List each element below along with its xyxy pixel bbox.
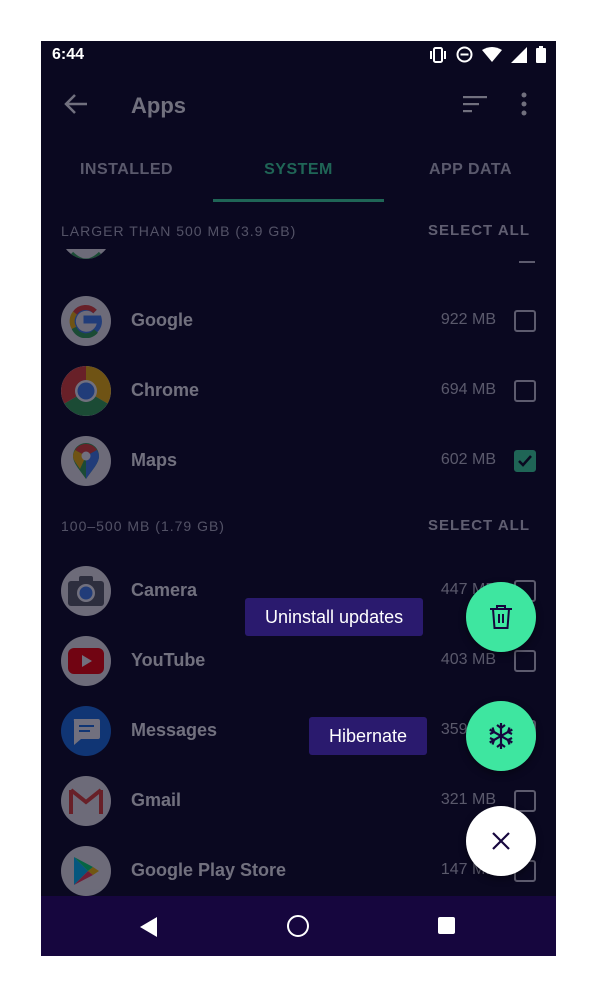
app-checkbox[interactable] xyxy=(514,380,536,402)
camera-icon xyxy=(61,566,111,616)
tab-bar: INSTALLED SYSTEM APP DATA xyxy=(41,139,556,201)
app-size: 922 MB xyxy=(440,311,496,328)
section-header-medium: 100–500 MB (1.79 GB) SELECT ALL xyxy=(41,506,556,546)
tab-system[interactable]: SYSTEM xyxy=(213,139,384,201)
app-checkbox[interactable] xyxy=(514,650,536,672)
app-name: Maps xyxy=(131,450,178,470)
select-all-button[interactable]: SELECT ALL xyxy=(428,222,530,239)
back-arrow-icon[interactable] xyxy=(63,91,89,117)
messages-icon xyxy=(61,706,111,756)
status-time: 6:44 xyxy=(52,46,85,63)
app-name: Chrome xyxy=(131,380,200,400)
maps-icon xyxy=(61,436,111,486)
sort-icon[interactable] xyxy=(463,94,487,114)
hibernate-button[interactable] xyxy=(466,701,536,771)
check-icon xyxy=(518,455,532,467)
phone-screen: 6:44 Apps INSTALLED SYSTEM APP DATA LARG… xyxy=(41,41,556,956)
uninstall-updates-label[interactable]: Uninstall updates xyxy=(245,598,424,636)
nav-home-icon[interactable] xyxy=(287,915,309,937)
nav-recents-icon[interactable] xyxy=(438,917,455,934)
list-item[interactable]: Maps 602 MB xyxy=(41,426,556,496)
section-label: LARGER THAN 500 MB (3.9 GB) xyxy=(61,223,297,239)
checkbox-partial xyxy=(519,261,535,263)
app-bar: Apps xyxy=(41,69,556,139)
google-icon xyxy=(61,296,111,346)
tab-app-data[interactable]: APP DATA xyxy=(385,139,556,201)
tab-installed[interactable]: INSTALLED xyxy=(41,139,212,201)
do-not-disturb-icon xyxy=(456,46,473,63)
app-size: 403 MB xyxy=(440,651,496,668)
gmail-icon xyxy=(61,776,111,826)
app-size: 694 MB xyxy=(440,381,496,398)
section-label: 100–500 MB (1.79 GB) xyxy=(61,518,225,534)
battery-icon xyxy=(536,46,546,63)
status-icons xyxy=(429,46,546,63)
hibernate-label[interactable]: Hibernate xyxy=(309,717,428,755)
app-size: 321 MB xyxy=(440,791,496,808)
app-name: Google xyxy=(131,310,193,330)
more-vert-icon[interactable] xyxy=(520,92,528,116)
trash-icon xyxy=(490,605,512,629)
status-bar: 6:44 xyxy=(41,41,556,69)
vibrate-icon xyxy=(430,46,446,63)
section-header-large: LARGER THAN 500 MB (3.9 GB) SELECT ALL xyxy=(41,211,556,251)
app-checkbox-checked[interactable] xyxy=(514,450,536,472)
chrome-icon xyxy=(61,366,111,416)
youtube-icon xyxy=(61,636,111,686)
app-name: YouTube xyxy=(131,650,206,670)
uninstall-updates-button[interactable] xyxy=(466,582,536,652)
wifi-icon xyxy=(482,46,502,62)
app-name: Gmail xyxy=(131,790,182,810)
app-size: 602 MB xyxy=(440,451,496,468)
list-item[interactable]: Google 922 MB xyxy=(41,286,556,356)
system-nav-bar xyxy=(41,896,556,956)
snowflake-icon xyxy=(489,723,513,749)
nav-back-icon[interactable] xyxy=(139,916,159,938)
list-item[interactable]: Chrome 694 MB xyxy=(41,356,556,426)
cell-signal-icon xyxy=(511,46,527,63)
app-name: Camera xyxy=(131,580,198,600)
app-name: Messages xyxy=(131,720,218,740)
close-icon xyxy=(492,832,510,850)
close-fab-button[interactable] xyxy=(466,806,536,876)
app-checkbox[interactable] xyxy=(514,790,536,812)
page-title: Apps xyxy=(131,93,186,118)
select-all-button[interactable]: SELECT ALL xyxy=(428,517,530,534)
tab-active-indicator xyxy=(213,199,384,202)
app-name: Google Play Store xyxy=(131,860,287,880)
app-checkbox[interactable] xyxy=(514,310,536,332)
play-store-icon xyxy=(61,846,111,896)
